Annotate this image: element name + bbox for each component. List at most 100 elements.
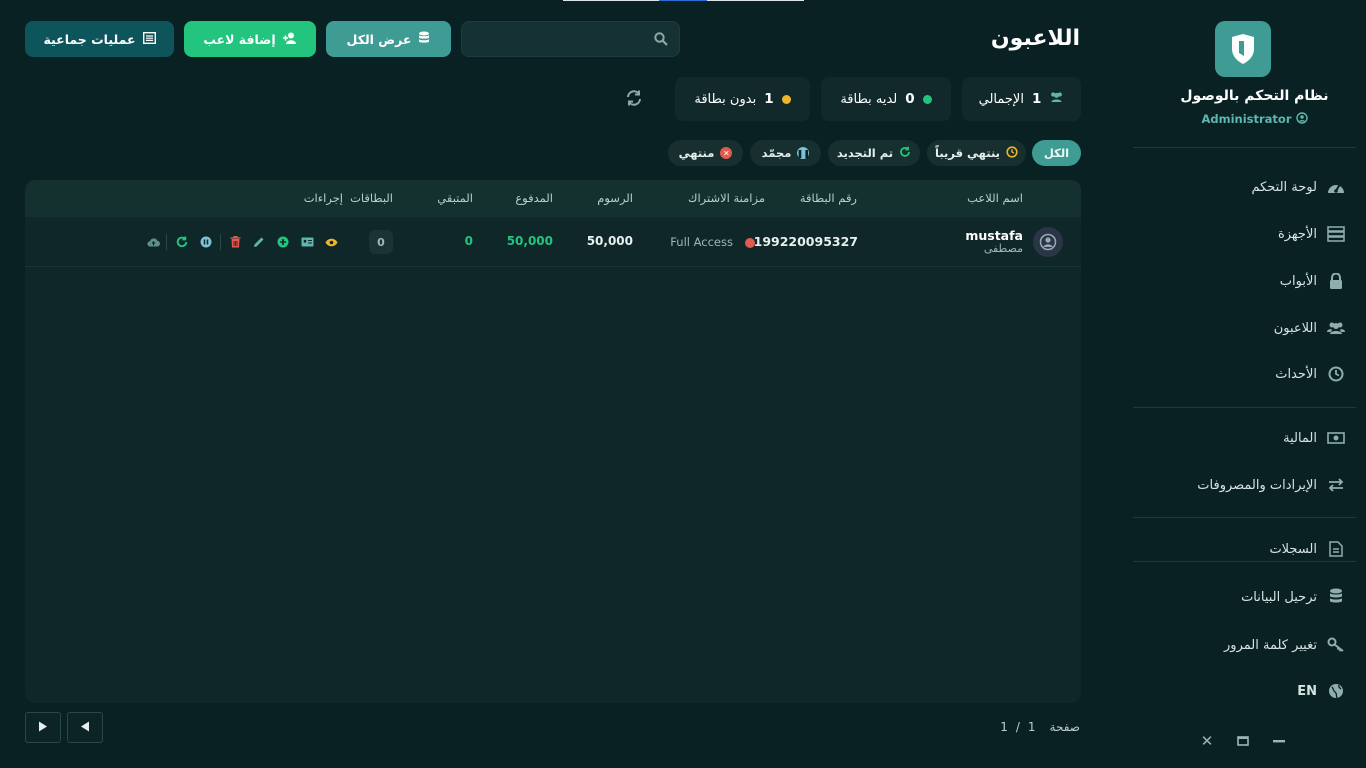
- stat-without-card-label: بدون بطاقة: [694, 91, 757, 107]
- sidebar-item-change-password[interactable]: تغيير كلمة المرور: [1140, 630, 1345, 660]
- close-window-icon[interactable]: ✕: [1199, 732, 1215, 750]
- filter-expiring-soon[interactable]: ينتهي قريباً: [927, 140, 1026, 166]
- sidebar-divider: [1133, 407, 1356, 408]
- cloud-upload-icon[interactable]: [145, 234, 161, 250]
- sidebar-item-players[interactable]: اللاعبون: [1140, 313, 1345, 343]
- refresh-icon[interactable]: [625, 89, 643, 111]
- view-all-label: عرض الكل: [346, 31, 412, 47]
- filter-all[interactable]: الكل: [1032, 140, 1081, 166]
- player-name-ar: مصطفى: [983, 242, 1023, 255]
- pause-circle-icon[interactable]: [198, 234, 214, 250]
- col-name: اسم اللاعب: [967, 191, 1023, 205]
- sidebar-item-doors[interactable]: الأبواب: [1140, 266, 1345, 296]
- sidebar-divider: [1133, 147, 1356, 148]
- sidebar-item-logs[interactable]: السجلات: [1140, 534, 1345, 564]
- col-cards: البطاقات: [350, 191, 393, 205]
- sidebar-divider: [1133, 517, 1356, 518]
- clock-icon: [1006, 145, 1018, 161]
- actions-divider: [220, 234, 221, 250]
- next-page-button[interactable]: [25, 712, 61, 743]
- cards-count-badge: 0: [369, 230, 393, 254]
- users-icon: [1049, 91, 1064, 107]
- app-title: نظام التحكم بالوصول: [1180, 88, 1329, 104]
- stat-with-card: لديه بطاقة 0: [821, 77, 951, 121]
- stat-total-label: الإجمالي: [978, 91, 1024, 107]
- sidebar-divider: [1133, 561, 1356, 562]
- delete-trash-icon[interactable]: [227, 234, 243, 250]
- money-icon: [1327, 429, 1345, 447]
- pagination-info: 1 / 1 صفحة: [1000, 720, 1080, 734]
- bulk-operations-button[interactable]: عمليات جماعية: [25, 21, 174, 57]
- sidebar-item-devices[interactable]: الأجهزة: [1140, 219, 1345, 249]
- filter-renewed[interactable]: تم التجديد: [828, 140, 920, 166]
- id-card-icon[interactable]: [299, 234, 315, 250]
- key-icon: [1327, 636, 1345, 654]
- status-dot-green: [922, 94, 932, 104]
- col-fee: الرسوم: [597, 191, 633, 205]
- filter-frozen-label: مجمّد: [761, 146, 792, 160]
- stat-total: الإجمالي 1: [962, 77, 1081, 121]
- col-sync: مزامنة الاشتراك: [687, 191, 765, 205]
- clock-icon: [1327, 365, 1345, 383]
- renew-refresh-icon[interactable]: [174, 234, 190, 250]
- col-card: رقم البطاقة: [799, 191, 857, 205]
- user-circle-icon: [1295, 112, 1308, 126]
- filter-expired-label: منتهي: [678, 146, 715, 160]
- paid-value: 50,000: [506, 234, 553, 248]
- sidebar-item-income-expenses[interactable]: الإيرادات والمصروفات: [1140, 470, 1345, 500]
- stat-with-card-label: لديه بطاقة: [840, 91, 898, 107]
- players-table: اسم اللاعب رقم البطاقة مزامنة الاشتراك ا…: [25, 180, 1081, 703]
- dashboard-icon: [1327, 178, 1345, 196]
- search-box[interactable]: [461, 21, 680, 57]
- prev-page-button[interactable]: [67, 712, 103, 743]
- list-icon: [142, 31, 156, 47]
- status-dot-orange: [781, 94, 791, 104]
- database-icon: [418, 31, 430, 48]
- sidebar-item-finance[interactable]: المالية: [1140, 423, 1345, 453]
- sidebar-item-data-migration[interactable]: ترحيل البيانات: [1140, 582, 1345, 612]
- stat-without-card-value: 1: [764, 91, 774, 107]
- bulk-operations-label: عمليات جماعية: [43, 31, 136, 47]
- maximize-window-icon[interactable]: [1235, 733, 1251, 749]
- devices-icon: [1327, 225, 1345, 243]
- sidebar-item-label: تغيير كلمة المرور: [1224, 637, 1317, 653]
- col-actions: إجراءات: [303, 191, 343, 205]
- exchange-icon: [1327, 476, 1345, 494]
- page-separator: /: [1015, 720, 1020, 734]
- card-number: 199220095327: [753, 234, 858, 249]
- lock-icon: [1327, 272, 1345, 290]
- avatar: [1033, 227, 1063, 257]
- view-all-button[interactable]: عرض الكل: [326, 21, 451, 57]
- triangle-left-icon: [80, 721, 90, 735]
- sidebar-item-label: الإيرادات والمصروفات: [1197, 477, 1317, 493]
- add-player-button[interactable]: إضافة لاعب: [184, 21, 316, 57]
- sidebar-item-label: EN: [1297, 683, 1317, 699]
- role-label: Administrator: [1201, 112, 1292, 126]
- close-circle-icon: ✕: [720, 147, 733, 159]
- globe-icon: [1327, 682, 1345, 700]
- search-input[interactable]: [462, 22, 642, 56]
- sidebar-item-label: السجلات: [1269, 541, 1317, 557]
- sidebar-item-label: المالية: [1283, 430, 1317, 446]
- page-total: 1: [1000, 720, 1008, 734]
- table-row[interactable]: mustafa مصطفى 199220095327 Full Access 5…: [25, 217, 1081, 267]
- filter-expired[interactable]: منتهي ✕: [668, 140, 743, 166]
- sidebar-item-label: الأحداث: [1275, 366, 1317, 382]
- sidebar-item-label: لوحة التحكم: [1251, 179, 1317, 195]
- add-player-label: إضافة لاعب: [203, 31, 276, 47]
- sidebar-item-label: الأبواب: [1279, 273, 1317, 289]
- sidebar-item-events[interactable]: الأحداث: [1140, 359, 1345, 389]
- sidebar-item-language[interactable]: EN: [1140, 676, 1345, 706]
- document-icon: [1327, 540, 1345, 558]
- refresh-icon: [899, 146, 911, 161]
- filter-all-label: الكل: [1043, 146, 1070, 160]
- filter-frozen[interactable]: مجمّد ❚❚: [750, 140, 821, 166]
- edit-pencil-icon[interactable]: [251, 234, 267, 250]
- sidebar-item-label: ترحيل البيانات: [1241, 589, 1317, 605]
- add-circle-icon[interactable]: [275, 234, 291, 250]
- minimize-window-icon[interactable]: [1271, 733, 1287, 749]
- users-icon: [1327, 319, 1345, 337]
- view-eye-icon[interactable]: [323, 234, 339, 250]
- stat-with-card-value: 0: [905, 91, 915, 107]
- sidebar-item-dashboard[interactable]: لوحة التحكم: [1140, 172, 1345, 202]
